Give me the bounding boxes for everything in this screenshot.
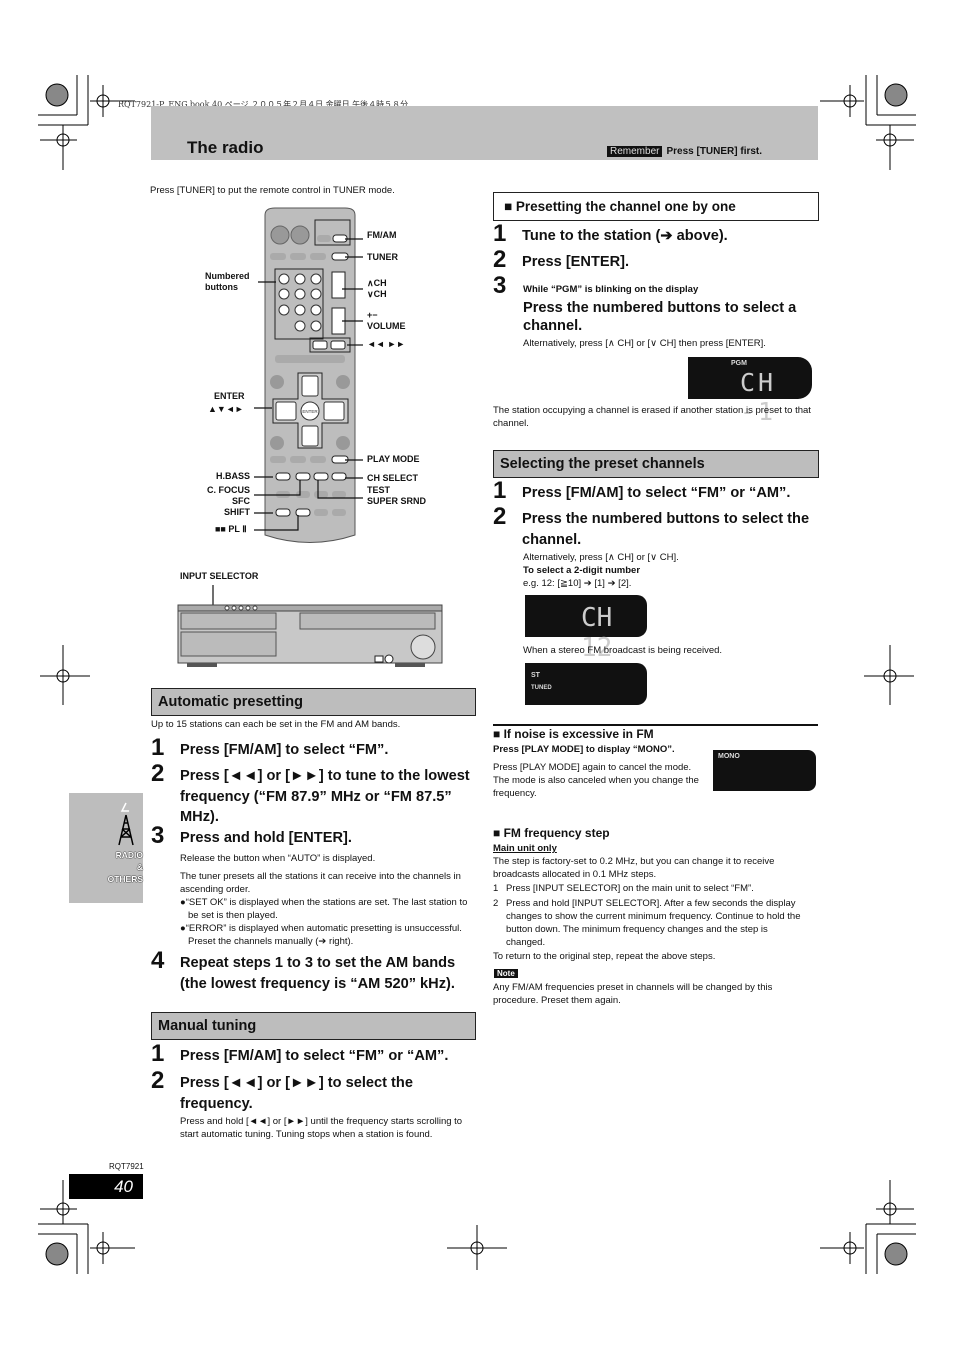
label-ch-select: CH SELECT bbox=[367, 473, 419, 483]
label-ch-down: ∨CH bbox=[367, 289, 387, 299]
label-pl2: ■■ PL Ⅱ bbox=[215, 524, 247, 534]
preset-step3-note: Alternatively, press [∧ CH] or [∨ CH] th… bbox=[523, 338, 766, 349]
two-digit-heading: To select a 2-digit number bbox=[523, 565, 641, 576]
remember-tag: Remember bbox=[607, 146, 663, 157]
section-automatic-presetting: Automatic presetting bbox=[151, 688, 476, 716]
divider bbox=[493, 724, 818, 726]
registration-target-icon bbox=[45, 83, 69, 107]
pgm-indicator: PGM bbox=[731, 360, 747, 367]
fm-step-note: Any FM/AM frequencies preset in channels… bbox=[493, 982, 773, 1006]
fm-step-item-2: 2 Press and hold [INPUT SELECTOR]. After… bbox=[493, 898, 801, 948]
fm-step-return: To return to the original step, repeat t… bbox=[493, 951, 716, 962]
section-manual-tuning: Manual tuning bbox=[151, 1012, 476, 1040]
fm-step-intro: The step is factory-set to 0.2 MHz, but … bbox=[493, 856, 775, 880]
preset-step3-text: Press the numbered buttons to select a c… bbox=[523, 300, 797, 334]
note-tag: Note bbox=[494, 969, 518, 978]
auto-step3-note1: Release the button when “AUTO” is displa… bbox=[180, 853, 376, 864]
label-numbered-buttons: Numbered buttons bbox=[205, 271, 250, 292]
noise-subheading: Press [PLAY MODE] to display “MONO”. bbox=[493, 744, 675, 755]
section-selecting-preset-channels: Selecting the preset channels bbox=[493, 450, 819, 478]
noise-heading: ■ If noise is excessive in FM bbox=[493, 727, 654, 741]
fm-step-heading: ■ FM frequency step bbox=[493, 826, 610, 840]
label-tuner: TUNER bbox=[367, 252, 398, 262]
preset-step3-pre: While “PGM” is blinking on the display bbox=[523, 284, 699, 295]
label-super-srnd: SUPER SRND bbox=[367, 496, 427, 506]
main-unit-illustration bbox=[177, 585, 443, 667]
side-tab-radio-others: RADIO & OTHERS bbox=[69, 793, 143, 903]
side-tab-line2: & bbox=[136, 862, 143, 872]
select-alt: Alternatively, press [∧ CH] or [∨ CH]. bbox=[523, 552, 679, 563]
display-mono: MONO bbox=[713, 750, 816, 791]
auto-intro: Up to 15 stations can each be set in the… bbox=[151, 719, 401, 730]
label-c-focus: C. FOCUS bbox=[207, 485, 251, 495]
label-test: TEST bbox=[367, 485, 391, 495]
label-volume: VOLUME bbox=[367, 321, 406, 331]
stereo-note: When a stereo FM broadcast is being rece… bbox=[523, 645, 723, 656]
label-skip: ◄◄ ►► bbox=[367, 339, 406, 349]
intro-text: Press [TUNER] to put the remote control … bbox=[150, 185, 395, 196]
manual-note: Press and hold [◄◄] or [►►] until the fr… bbox=[180, 1116, 463, 1140]
two-digit-example: e.g. 12: [≧10] ➔ [1] ➔ [2]. bbox=[523, 578, 632, 589]
remote-leader-lines bbox=[254, 238, 363, 531]
auto-step3-note2: The tuner presets all the stations it ca… bbox=[180, 871, 461, 895]
remember-note: Remember Press [TUNER] first. bbox=[607, 146, 762, 157]
fm-step-item-1: 1 Press [INPUT SELECTOR] on the main unit… bbox=[493, 883, 754, 894]
fm-step-sub: Main unit only bbox=[493, 843, 557, 854]
label-enter: ENTER bbox=[214, 391, 245, 401]
label-h-bass: H.BASS bbox=[216, 471, 251, 481]
document-code: RQT7921 bbox=[109, 1162, 144, 1171]
remember-text: Press [TUNER] first. bbox=[666, 146, 763, 157]
page-title: The radio bbox=[187, 138, 264, 157]
display-pgm-channel: PGM CH -1 bbox=[688, 357, 812, 426]
display-ch12: CH 12 bbox=[525, 595, 647, 663]
display-stereo: ST TUNED bbox=[525, 663, 647, 705]
label-fm-am: FM/AM bbox=[367, 230, 397, 240]
label-volume-signs: +− bbox=[367, 310, 378, 320]
label-shift: SHIFT bbox=[224, 507, 250, 517]
label-sfc: SFC bbox=[232, 496, 250, 506]
side-tab-line3: OTHERS bbox=[107, 874, 143, 884]
st-indicator: ST bbox=[531, 672, 540, 679]
mono-indicator: MONO bbox=[718, 753, 740, 760]
label-play-mode: PLAY MODE bbox=[367, 454, 420, 464]
bullet-item: ●“SET OK” is displayed when the stations… bbox=[180, 897, 468, 921]
label-input-selector: INPUT SELECTOR bbox=[180, 571, 259, 581]
noise-text: Press [PLAY MODE] again to cancel the mo… bbox=[493, 762, 699, 799]
tuned-indicator: TUNED bbox=[531, 685, 552, 691]
label-arrows: ▲▼◄► bbox=[208, 404, 244, 414]
bullet-item: ●“ERROR” is displayed when automatic pre… bbox=[180, 923, 462, 947]
radio-tower-icon bbox=[118, 802, 134, 846]
label-ch-up: ∧CH bbox=[367, 278, 387, 288]
page-number: 40 bbox=[69, 1174, 143, 1199]
preset-after-note: The station occupying a channel is erase… bbox=[493, 405, 811, 429]
side-tab-line1: RADIO bbox=[115, 850, 143, 860]
auto-bullets: ●“SET OK” is displayed when the stations… bbox=[180, 896, 475, 948]
section-presetting-one-by-one: ■ Presetting the channel one by one bbox=[493, 192, 819, 221]
